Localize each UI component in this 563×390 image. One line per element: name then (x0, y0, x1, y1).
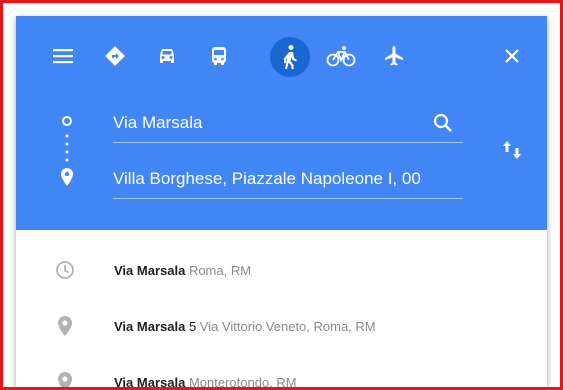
driving-button[interactable] (147, 36, 187, 76)
directions-panel: Via Marsala Roma, RM Via Marsala 5 Via V… (16, 16, 547, 387)
suggestion-item[interactable]: Via Marsala Roma, RM (16, 247, 547, 293)
origin-dot-icon (62, 116, 72, 126)
best-route-icon (105, 46, 125, 66)
walking-icon (284, 45, 297, 69)
close-button[interactable] (492, 36, 532, 76)
suggestion-main: Via Marsala (114, 262, 186, 278)
best-route-button[interactable] (95, 36, 135, 76)
place-icon (54, 371, 76, 387)
history-icon (54, 259, 76, 281)
search-icon (433, 113, 452, 132)
suggestion-secondary: Via Vittorio Veneto, Roma, RM (199, 318, 376, 334)
destination-pin-icon (61, 168, 73, 186)
suggestion-text: Via Marsala Roma, RM (114, 263, 251, 278)
destination-underline (113, 198, 463, 199)
destination-input[interactable] (113, 165, 463, 193)
flight-button[interactable] (374, 36, 414, 76)
transit-icon (212, 47, 226, 65)
suggestion-item[interactable]: Via Marsala 5 Via Vittorio Veneto, Roma,… (16, 303, 547, 349)
origin-input[interactable] (113, 109, 433, 137)
origin-underline (113, 142, 463, 143)
walking-button[interactable] (270, 37, 310, 77)
suggestion-main: Via Marsala (114, 374, 186, 388)
suggestion-text: Via Marsala Monterotondo, RM (114, 375, 297, 388)
suggestion-number: 5 (188, 318, 197, 334)
place-icon (54, 315, 76, 337)
search-button[interactable] (433, 113, 453, 138)
suggestion-item[interactable]: Via Marsala Monterotondo, RM (16, 359, 547, 387)
transit-button[interactable] (199, 36, 239, 76)
flight-icon (385, 46, 403, 66)
swap-icon (503, 141, 521, 159)
swap-button[interactable] (500, 138, 524, 162)
cycling-button[interactable] (321, 36, 361, 76)
window-frame: Via Marsala Roma, RM Via Marsala 5 Via V… (0, 0, 563, 390)
menu-icon (53, 49, 73, 64)
suggestion-secondary: Monterotondo, RM (188, 374, 297, 388)
car-icon (160, 49, 174, 63)
destination-field-wrapper (113, 165, 463, 199)
close-icon (505, 49, 519, 63)
bicycle-icon (326, 46, 356, 67)
directions-header (16, 16, 547, 230)
menu-button[interactable] (43, 36, 83, 76)
route-markers (61, 116, 73, 186)
suggestion-secondary: Roma, RM (188, 262, 252, 278)
origin-field-wrapper (113, 109, 463, 143)
suggestion-text: Via Marsala 5 Via Vittorio Veneto, Roma,… (114, 319, 376, 334)
suggestion-main: Via Marsala (114, 318, 186, 334)
